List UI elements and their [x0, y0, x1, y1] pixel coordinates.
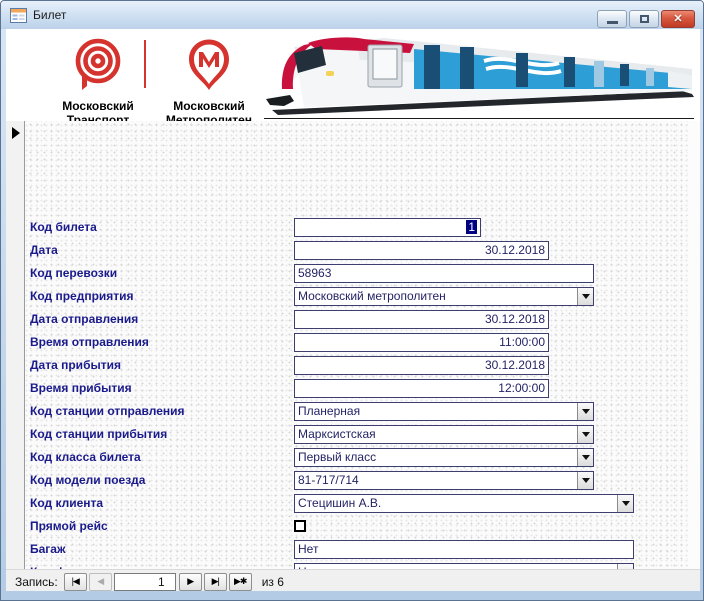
chevron-down-icon — [582, 294, 590, 299]
chevron-down-icon — [582, 432, 590, 437]
window-title: Билет — [33, 8, 66, 22]
input-arrive-date[interactable]: 30.12.2018 — [294, 356, 549, 375]
field-row-arrive-date: Дата прибытия 30.12.2018 — [6, 356, 700, 375]
train-image — [264, 31, 694, 119]
input-transport-code[interactable]: 58963 — [294, 264, 594, 283]
combo-dropdown-button-arrive-station[interactable] — [577, 426, 593, 443]
chevron-down-icon — [622, 501, 630, 506]
next-record-button[interactable]: ▶ — [179, 573, 202, 591]
label-ticket-class: Код класса билета — [30, 448, 141, 467]
label-arrive-time: Время прибытия — [30, 379, 132, 398]
form-icon — [10, 8, 27, 23]
combo-client: Стецишин А.В. — [294, 494, 634, 513]
combo-arrive-station: Марксистская — [294, 425, 594, 444]
form-header: Московский Транспорт Московский Метропол… — [6, 29, 700, 121]
field-row-direct-trip: Прямой рейс — [6, 517, 700, 536]
moscow-metro-logo: Московский Метрополитен — [154, 37, 264, 127]
label-enterprise: Код предприятия — [30, 287, 134, 306]
form-window: Билет ✕ Московский Трансп — [0, 0, 704, 601]
field-row-ticket-code: Код билета 1 — [6, 218, 700, 237]
record-navigation-bar: Запись: |◀ ◀ 1 ▶ ▶| ▶✱ из 6 — [6, 569, 700, 591]
current-record-input[interactable]: 1 — [114, 573, 176, 591]
label-depart-station: Код станции отправления — [30, 402, 185, 421]
input-date[interactable]: 30.12.2018 — [294, 241, 549, 260]
form-detail-section: Код билета 1 Дата 30.12.2018 Код перевозки 58… — [6, 121, 700, 569]
label-client: Код клиента — [30, 494, 103, 513]
close-icon: ✕ — [673, 14, 682, 25]
field-row-depart-station: Код станции отправления Планерная — [6, 402, 700, 421]
record-nav-label: Запись: — [15, 575, 58, 589]
label-direct-trip: Прямой рейс — [30, 517, 108, 536]
label-ticket-code: Код билета — [30, 218, 97, 237]
combo-dropdown-button-enterprise[interactable] — [577, 288, 593, 305]
input-depart-time[interactable]: 11:00:00 — [294, 333, 549, 352]
last-record-button[interactable]: ▶| — [204, 573, 227, 591]
selected-text: 1 — [466, 220, 477, 234]
record-count-text: из 6 — [262, 575, 284, 589]
label-depart-time: Время отправления — [30, 333, 149, 352]
titlebar: Билет ✕ — [1, 1, 703, 29]
label-train-model: Код модели поезда — [30, 471, 145, 490]
first-record-button[interactable]: |◀ — [64, 573, 87, 591]
field-row-arrive-station: Код станции прибытия Марксистская — [6, 425, 700, 444]
input-depart-date[interactable]: 30.12.2018 — [294, 310, 549, 329]
field-row-arrive-time: Время прибытия 12:00:00 — [6, 379, 700, 398]
input-ticket-code[interactable]: 1 — [294, 218, 481, 237]
field-row-depart-time: Время отправления 11:00:00 — [6, 333, 700, 352]
label-arrive-station: Код станции прибытия — [30, 425, 167, 444]
minimize-button[interactable] — [597, 10, 627, 28]
label-baggage: Багаж — [30, 540, 65, 559]
field-row-date: Дата 30.12.2018 — [6, 241, 700, 260]
minimize-icon — [607, 21, 618, 24]
field-row-baggage: Багаж Нет — [6, 540, 700, 559]
field-row-ticket-class: Код класса билета Первый класс — [6, 448, 700, 467]
field-row-client: Код клиента Стецишин А.В. — [6, 494, 700, 513]
checkbox-direct-trip[interactable] — [294, 520, 306, 532]
moscow-metro-logo-icon — [182, 37, 236, 91]
label-arrive-date: Дата прибытия — [30, 356, 121, 375]
combo-value-depart-station[interactable]: Планерная — [295, 403, 577, 420]
moscow-transport-logo-icon — [70, 37, 126, 91]
combo-dropdown-button-depart-station[interactable] — [577, 403, 593, 420]
restore-button[interactable] — [629, 10, 659, 28]
label-depart-date: Дата отправления — [30, 310, 138, 329]
combo-dropdown-button-ticket-class[interactable] — [577, 449, 593, 466]
logo-divider — [144, 40, 146, 88]
chevron-down-icon — [582, 478, 590, 483]
restore-icon — [640, 15, 649, 23]
combo-value-ticket-class[interactable]: Первый класс — [295, 449, 577, 466]
current-record-arrow-icon — [12, 127, 20, 139]
field-row-enterprise: Код предприятия Московский метрополитен — [6, 287, 700, 306]
combo-value-train-model[interactable]: 81-717/714 — [295, 472, 577, 489]
chevron-down-icon — [582, 455, 590, 460]
label-transport-code: Код перевозки — [30, 264, 117, 283]
new-record-button[interactable]: ▶✱ — [229, 573, 252, 591]
moscow-transport-logo: Московский Транспорт — [48, 37, 148, 127]
field-row-depart-date: Дата отправления 30.12.2018 — [6, 310, 700, 329]
combo-train-model: 81-717/714 — [294, 471, 594, 490]
input-arrive-time[interactable]: 12:00:00 — [294, 379, 549, 398]
field-row-transport-code: Код перевозки 58963 — [6, 264, 700, 283]
combo-value-client[interactable]: Стецишин А.В. — [295, 495, 617, 512]
combo-dropdown-button-train-model[interactable] — [577, 472, 593, 489]
label-date: Дата — [30, 241, 58, 260]
combo-value-arrive-station[interactable]: Марксистская — [295, 426, 577, 443]
chevron-down-icon — [582, 409, 590, 414]
previous-record-button[interactable]: ◀ — [89, 573, 112, 591]
combo-dropdown-button-client[interactable] — [617, 495, 633, 512]
input-baggage[interactable]: Нет — [294, 540, 634, 559]
form-client-area: Московский Транспорт Московский Метропол… — [6, 29, 700, 591]
combo-enterprise: Московский метрополитен — [294, 287, 594, 306]
field-row-train-model: Код модели поезда 81-717/714 — [6, 471, 700, 490]
close-button[interactable]: ✕ — [661, 10, 695, 28]
combo-value-enterprise[interactable]: Московский метрополитен — [295, 288, 577, 305]
combo-depart-station: Планерная — [294, 402, 594, 421]
combo-ticket-class: Первый класс — [294, 448, 594, 467]
